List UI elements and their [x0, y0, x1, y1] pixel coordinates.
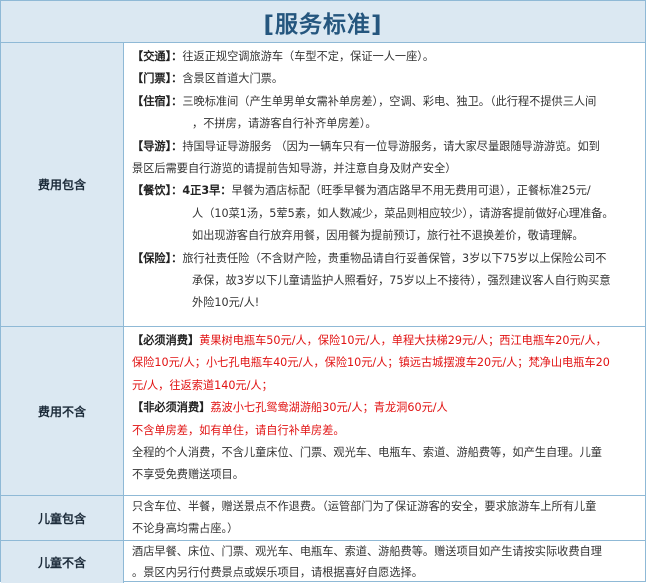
child-excluded-text-2: 。景区内另行付费景点或娱乐项目，请根据喜好自愿选择。 [132, 566, 423, 579]
traffic-text: 往返正规空调旅游车（车型不定，保证一人一座）。 [182, 50, 435, 63]
meals-text-3: 如出现游客自行放弃用餐，因用餐为提前预订，旅行社不退换差价，敬请理解。 [192, 229, 584, 243]
required-text-1: 黄果树电瓶车50元/人，保险10元/人，单程大扶梯29元/人；西江电瓶车20元/… [199, 334, 607, 347]
required-text-3: 元/人，往返索道140元/人； [132, 378, 273, 392]
tickets-text: 含景区首道大门票。 [182, 72, 284, 86]
guide-heading: 【导游】： [132, 139, 183, 153]
traffic-heading: 【交通】： [132, 50, 183, 63]
row-child-excluded: 儿童不含 酒店早餐、床位、门票、观光车、电瓶车、索道、游船费等。赠送项目如产生请… [1, 541, 645, 583]
meals-text-1: 早餐为酒店标配（旺季早餐为酒店路早不用无费用可退），正餐标准25元/ [231, 184, 591, 198]
item-meals: 【餐饮】：4正3早：早餐为酒店标配（旺季早餐为酒店路早不用无费用可退），正餐标准… [132, 180, 636, 202]
optional-line: 【非必须消费】荔波小七孔鸳鸯湖游船30元/人；青龙洞60元/人 [132, 397, 636, 419]
row-excluded: 费用不含 【必须消费】黄果树电瓶车50元/人，保险10元/人，单程大扶梯29元/… [1, 327, 645, 496]
hotel-text-2: ，不拼房，请游客自行补齐单房差）。 [192, 117, 377, 131]
item-hotel: 【住宿】：三晚标准间（产生单男单女需补单房差），空调、彩电、独卫。（此行程不提供… [132, 91, 636, 113]
label-excluded: 费用不含 [1, 327, 124, 495]
insurance-heading: 【保险】： [132, 251, 183, 265]
content-excluded: 【必须消费】黄果树电瓶车50元/人，保险10元/人，单程大扶梯29元/人；西江电… [124, 327, 645, 495]
tickets-heading: 【门票】： [132, 72, 183, 86]
required-text-2: 保险10元/人；小七孔电瓶车40元/人，保险10元/人；镇远古城摆渡车20元/人… [132, 356, 610, 370]
general-text-1: 全程的个人消费，不含儿童床位、门票、观光车、电瓶车、索道、游船费等，如产生自理。… [132, 446, 602, 460]
insurance-text-3: 外险10元/人! [192, 296, 260, 310]
general-text-2: 不享受免费赠送项目。 [132, 468, 244, 482]
row-included: 费用包含 【交通】：往返正规空调旅游车（车型不定，保证一人一座）。 【门票】：含… [1, 43, 645, 327]
item-insurance: 【保险】：旅行社责任险（不含财产险，贵重物品请自行妥善保管，3岁以下75岁以上保… [132, 248, 636, 270]
meals-lead: 4正3早： [182, 184, 232, 198]
insurance-text-2: 承保，故3岁以下儿童请监护人照看好，75岁以上不接待），强烈建议客人自行购买意 [192, 274, 611, 288]
optional-text: 荔波小七孔鸳鸯湖游船30元/人；青龙洞60元/人 [210, 401, 448, 415]
label-child-excluded: 儿童不含 [1, 541, 124, 583]
guide-text-2: 景区后需要自行游览的请提前告知导游，并注意自身及财产安全） [132, 162, 457, 176]
child-excluded-text-1: 酒店早餐、床位、门票、观光车、电瓶车、索道、游船费等。赠送项目如产生请按实际收费… [132, 545, 602, 558]
page-title: [服务标准] [263, 11, 383, 38]
meals-heading: 【餐饮】： [132, 184, 183, 198]
content-child-excluded: 酒店早餐、床位、门票、观光车、电瓶车、索道、游船费等。赠送项目如产生请按实际收费… [124, 541, 645, 583]
guide-text-1: 持国导证导游服务 （因为一辆车只有一位导游服务，请大家尽量跟随导游游览。如到 [182, 139, 600, 153]
child-included-text-1: 只含车位、半餐，赠送景点不作退费。（运管部门为了保证游客的安全，要求旅游车上所有… [132, 500, 597, 513]
required-heading: 【必须消费】 [132, 334, 200, 347]
item-traffic: 【交通】：往返正规空调旅游车（车型不定，保证一人一座）。 [132, 46, 636, 68]
label-included: 费用包含 [1, 43, 124, 326]
required-line-1: 【必须消费】黄果树电瓶车50元/人，保险10元/人，单程大扶梯29元/人；西江电… [132, 330, 636, 352]
child-included-text-2: 不论身高均需占座。） [132, 521, 239, 535]
hotel-heading: 【住宿】： [132, 94, 183, 108]
item-guide: 【导游】：持国导证导游服务 （因为一辆车只有一位导游服务，请大家尽量跟随导游游览… [132, 136, 636, 158]
optional-heading: 【非必须消费】 [132, 401, 211, 415]
title-bar: [服务标准] [1, 1, 645, 43]
single-room-note: 不含单房差，如有单住，请自行补单房差。 [132, 423, 345, 437]
meals-text-2: 人（10菜1汤，5荤5素，如人数减少，菜品则相应较少），请游客提前做好心理准备。 [192, 206, 614, 220]
content-included: 【交通】：往返正规空调旅游车（车型不定，保证一人一座）。 【门票】：含景区首道大… [124, 43, 645, 326]
service-standard-table: [服务标准] 费用包含 【交通】：往返正规空调旅游车（车型不定，保证一人一座）。… [0, 0, 646, 583]
hotel-text-1: 三晚标准间（产生单男单女需补单房差），空调、彩电、独卫。（此行程不提供三人间 [182, 94, 597, 108]
content-child-included: 只含车位、半餐，赠送景点不作退费。（运管部门为了保证游客的安全，要求旅游车上所有… [124, 496, 645, 540]
label-child-included: 儿童包含 [1, 496, 124, 540]
insurance-text-1: 旅行社责任险（不含财产险，贵重物品请自行妥善保管，3岁以下75岁以上保险公司不 [182, 251, 607, 265]
row-child-included: 儿童包含 只含车位、半餐，赠送景点不作退费。（运管部门为了保证游客的安全，要求旅… [1, 496, 645, 541]
item-tickets: 【门票】：含景区首道大门票。 [132, 68, 636, 90]
